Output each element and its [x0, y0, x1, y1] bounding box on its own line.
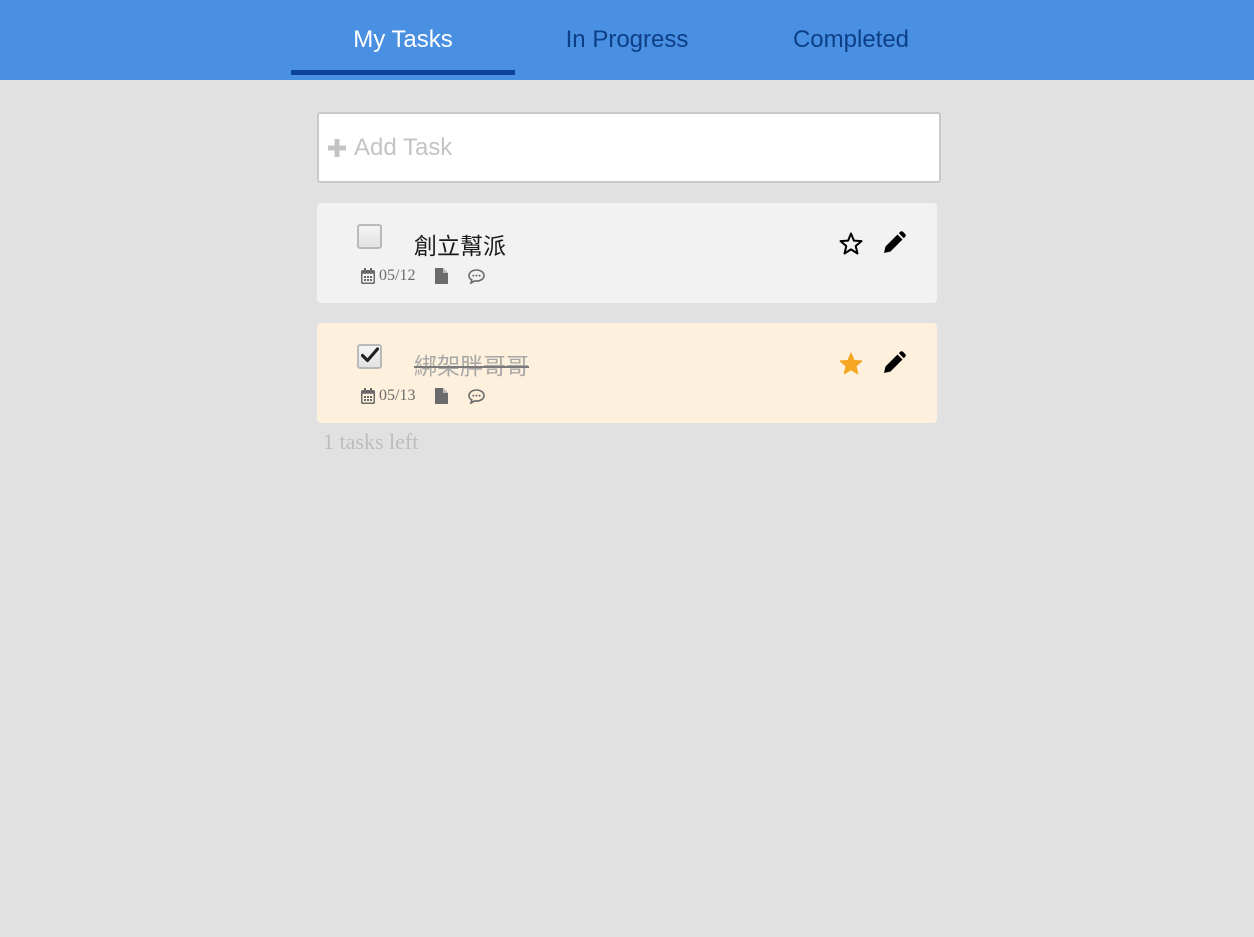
add-task-input[interactable]: Add Task — [317, 112, 941, 183]
task-checkbox[interactable] — [357, 344, 382, 369]
task-card[interactable]: 創立幫派 05/12 — [317, 203, 937, 303]
comment-icon — [468, 388, 486, 404]
star-icon[interactable] — [839, 232, 863, 255]
top-nav-bar: My Tasks In Progress Completed — [0, 0, 1254, 80]
task-date: 05/12 — [379, 267, 416, 284]
task-meta: 05/12 — [361, 267, 486, 285]
checkmark-icon — [361, 347, 379, 363]
pencil-icon[interactable] — [882, 351, 906, 375]
comment-icon — [468, 268, 486, 284]
task-card[interactable]: 綁架胖哥哥 05/13 — [317, 323, 937, 423]
task-title: 創立幫派 — [414, 234, 506, 260]
star-filled-icon[interactable] — [839, 352, 863, 375]
task-meta: 05/13 — [361, 387, 486, 405]
tasks-left-counter: 1 tasks left — [323, 429, 419, 454]
tab-my-tasks[interactable]: My Tasks — [291, 0, 515, 80]
file-icon — [435, 268, 449, 284]
calendar-icon — [361, 388, 375, 404]
task-title: 綁架胖哥哥 — [414, 354, 529, 380]
task-checkbox[interactable] — [357, 224, 382, 249]
tab-completed[interactable]: Completed — [739, 0, 963, 80]
calendar-icon — [361, 268, 375, 284]
file-icon — [435, 388, 449, 404]
add-task-placeholder: Add Task — [354, 133, 453, 161]
plus-icon — [328, 138, 346, 157]
tab-in-progress[interactable]: In Progress — [515, 0, 739, 80]
pencil-icon[interactable] — [882, 231, 906, 255]
task-date: 05/13 — [379, 387, 416, 404]
